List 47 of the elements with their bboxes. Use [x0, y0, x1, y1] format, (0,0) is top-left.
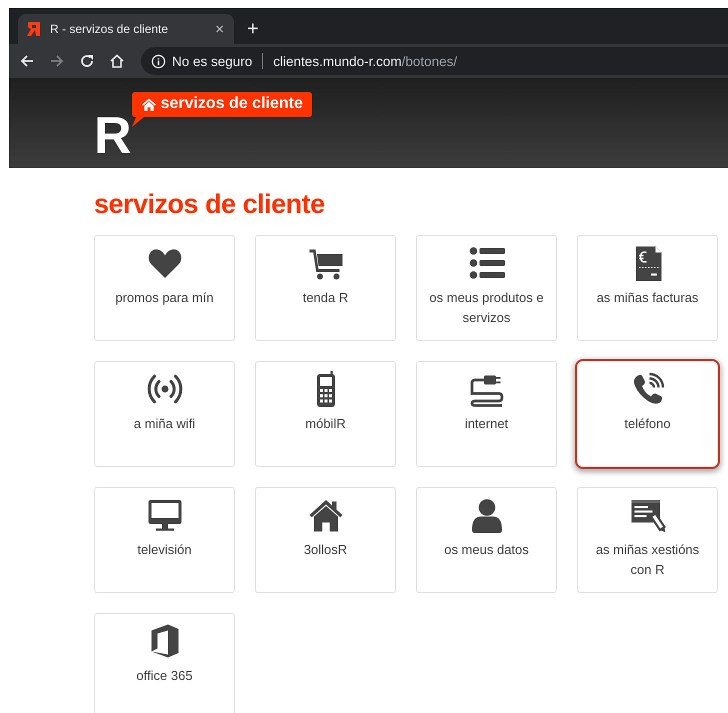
- tile-label: as miñas xestións con R: [594, 541, 700, 580]
- favicon-icon: [26, 21, 42, 37]
- security-label[interactable]: No es seguro: [172, 54, 252, 68]
- tile-label: promos para mín: [115, 289, 214, 308]
- tile-label: tenda R: [302, 289, 348, 308]
- service-tile[interactable]: tenda R: [255, 235, 396, 342]
- tab-title: R - servizos de cliente: [50, 22, 170, 36]
- service-tile[interactable]: móbilR: [255, 361, 396, 468]
- tile-label: os meus datos: [444, 541, 529, 560]
- url-text[interactable]: clientes.mundo-r.com/botones/: [273, 54, 458, 68]
- back-icon[interactable]: [19, 53, 35, 69]
- tile-label: internet: [464, 415, 508, 434]
- service-tile[interactable]: promos para mín: [94, 235, 235, 342]
- browser-tab[interactable]: R - servizos de cliente ×: [18, 14, 234, 44]
- tile-label: a miña wifi: [134, 415, 196, 434]
- service-tile[interactable]: televisión: [94, 487, 235, 594]
- service-tile[interactable]: internet: [416, 361, 557, 468]
- home-icon[interactable]: [109, 53, 125, 69]
- home-icon: [142, 98, 156, 110]
- service-tile[interactable]: os meus datos: [416, 487, 557, 594]
- info-icon[interactable]: [151, 54, 166, 68]
- tab-close-button[interactable]: ×: [215, 22, 224, 36]
- tile-label: as miñas facturas: [596, 289, 698, 308]
- service-tile[interactable]: os meus produtos e servizos: [416, 235, 557, 342]
- logo[interactable]: R: [94, 110, 130, 162]
- service-tile[interactable]: a miña wifi: [94, 361, 235, 468]
- tile-label: móbilR: [305, 415, 346, 434]
- service-tile[interactable]: 3ollosR: [255, 487, 396, 594]
- tile-label: televisión: [137, 541, 192, 560]
- service-tile[interactable]: as miñas xestións con R: [577, 487, 718, 594]
- badge-text: servizos de cliente: [160, 95, 303, 113]
- forward-icon[interactable]: [49, 53, 65, 69]
- tile-label: 3ollosR: [304, 541, 348, 560]
- service-tile[interactable]: teléfono: [577, 361, 718, 468]
- tile-label: os meus produtos e servizos: [428, 289, 545, 328]
- new-tab-button[interactable]: +: [247, 19, 259, 39]
- tile-label: teléfono: [624, 415, 671, 434]
- service-tile[interactable]: office 365: [94, 613, 235, 713]
- tile-label: office 365: [136, 667, 193, 686]
- reload-icon[interactable]: [79, 53, 95, 69]
- edit-icon: [630, 497, 666, 534]
- page-title: servizos de cliente: [94, 188, 326, 220]
- speech-tail-icon: [132, 117, 144, 127]
- list-icon: [468, 245, 504, 282]
- house-icon: [308, 497, 344, 534]
- service-tile[interactable]: as miñas facturas: [577, 235, 718, 342]
- tv-icon: [146, 497, 182, 534]
